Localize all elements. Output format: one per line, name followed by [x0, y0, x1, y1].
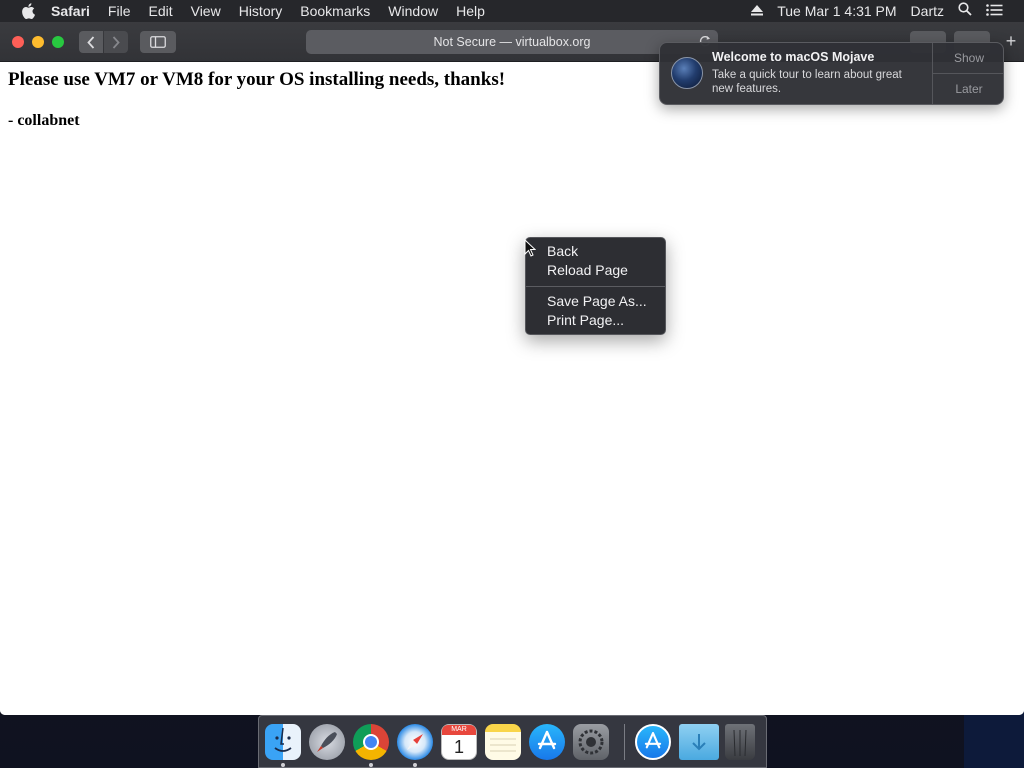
calendar-day: 1: [453, 737, 464, 757]
sidebar-toggle-button[interactable]: [140, 31, 176, 53]
downloads-folder-icon[interactable]: [679, 724, 719, 760]
menu-bar: Safari File Edit View History Bookmarks …: [0, 0, 1024, 22]
notes-icon[interactable]: [485, 724, 521, 760]
mouse-pointer-icon: [524, 239, 536, 257]
notification-actions: Show Later: [932, 43, 1003, 104]
fullscreen-window-button[interactable]: [52, 36, 64, 48]
context-menu-separator: [526, 286, 665, 287]
forward-button[interactable]: [104, 31, 128, 53]
menu-view[interactable]: View: [182, 0, 230, 22]
dock-separator: [624, 724, 625, 760]
finder-running-indicator: [281, 763, 285, 767]
app-store-icon[interactable]: [529, 724, 565, 760]
notification-body: Take a quick tour to learn about great n…: [712, 69, 902, 95]
web-page-content: Please use VM7 or VM8 for your OS instal…: [0, 62, 1024, 715]
clock[interactable]: Tue Mar 1 4:31 PM: [770, 0, 903, 22]
eject-icon[interactable]: [744, 0, 770, 22]
sidebar-icon: [150, 36, 166, 48]
menu-file[interactable]: File: [99, 0, 140, 22]
menu-history[interactable]: History: [230, 0, 292, 22]
context-menu-reload-page[interactable]: Reload Page: [526, 261, 665, 280]
context-menu: Back Reload Page Save Page As... Print P…: [525, 237, 666, 335]
close-window-button[interactable]: [12, 36, 24, 48]
spotlight-icon[interactable]: [951, 0, 979, 22]
macos-mojave-icon: [671, 57, 703, 89]
menu-app-name[interactable]: Safari: [42, 0, 99, 22]
apple-menu-icon[interactable]: [18, 0, 38, 22]
system-preferences-icon[interactable]: [573, 724, 609, 760]
chrome-icon[interactable]: [353, 724, 389, 760]
minimize-window-button[interactable]: [32, 36, 44, 48]
menu-bookmarks[interactable]: Bookmarks: [291, 0, 379, 22]
safari-icon[interactable]: [397, 724, 433, 760]
notification-title: Welcome to macOS Mojave: [712, 50, 875, 64]
context-menu-save-page-as[interactable]: Save Page As...: [526, 292, 665, 311]
chevron-left-icon: [87, 35, 95, 49]
calendar-icon[interactable]: MAR 1: [441, 724, 477, 760]
menu-window[interactable]: Window: [379, 0, 447, 22]
menu-edit[interactable]: Edit: [139, 0, 181, 22]
address-text: Not Secure — virtualbox.org: [433, 35, 591, 49]
back-button[interactable]: [79, 31, 103, 53]
notification-center-icon[interactable]: [979, 0, 1010, 22]
safari-window: Not Secure — virtualbox.org + Please use…: [0, 22, 1024, 715]
page-signature: - collabnet: [8, 112, 80, 129]
notification-later-button[interactable]: Later: [933, 74, 1003, 104]
address-bar[interactable]: Not Secure — virtualbox.org: [306, 30, 718, 54]
mojave-welcome-notification: Welcome to macOS Mojave Take a quick tou…: [659, 42, 1004, 105]
app-store-download-icon[interactable]: [635, 724, 671, 760]
notification-show-button[interactable]: Show: [933, 43, 1003, 74]
chevron-right-icon: [112, 35, 120, 49]
context-menu-print-page[interactable]: Print Page...: [526, 311, 665, 330]
desktop-wallpaper: [964, 708, 1024, 768]
launchpad-icon[interactable]: [309, 724, 345, 760]
trash-icon[interactable]: [725, 724, 755, 760]
context-menu-back[interactable]: Back: [526, 242, 665, 261]
finder-icon[interactable]: [265, 724, 301, 760]
safari-running-indicator: [413, 763, 417, 767]
user-name[interactable]: Dartz: [904, 0, 951, 22]
calendar-month: MAR: [442, 725, 476, 735]
chrome-running-indicator: [369, 763, 373, 767]
dock: MAR 1: [258, 715, 767, 768]
page-heading: Please use VM7 or VM8 for your OS instal…: [8, 69, 506, 90]
menu-help[interactable]: Help: [447, 0, 494, 22]
